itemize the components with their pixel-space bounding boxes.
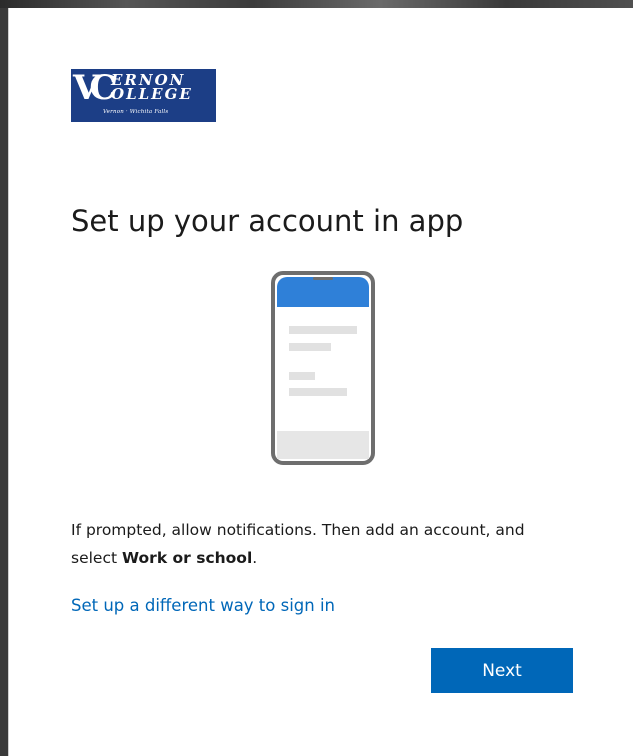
background-strip bbox=[0, 0, 633, 8]
instruction-suffix: . bbox=[252, 549, 258, 567]
instruction-text: If prompted, allow notifications. Then a… bbox=[71, 516, 531, 572]
logo-initials: VC bbox=[73, 68, 117, 108]
page-title: Set up your account in app bbox=[71, 204, 464, 238]
next-button[interactable]: Next bbox=[431, 648, 573, 693]
logo-line-2: OLLEGE bbox=[111, 85, 193, 103]
different-signin-link[interactable]: Set up a different way to sign in bbox=[71, 596, 335, 615]
smartphone-icon bbox=[271, 271, 375, 465]
logo-subtitle: Vernon · Wichita Falls bbox=[103, 109, 169, 115]
setup-dialog: VC ERNON OLLEGE Vernon · Wichita Falls S… bbox=[8, 8, 633, 756]
instruction-emphasis: Work or school bbox=[121, 549, 253, 567]
college-logo: VC ERNON OLLEGE Vernon · Wichita Falls bbox=[71, 69, 216, 122]
